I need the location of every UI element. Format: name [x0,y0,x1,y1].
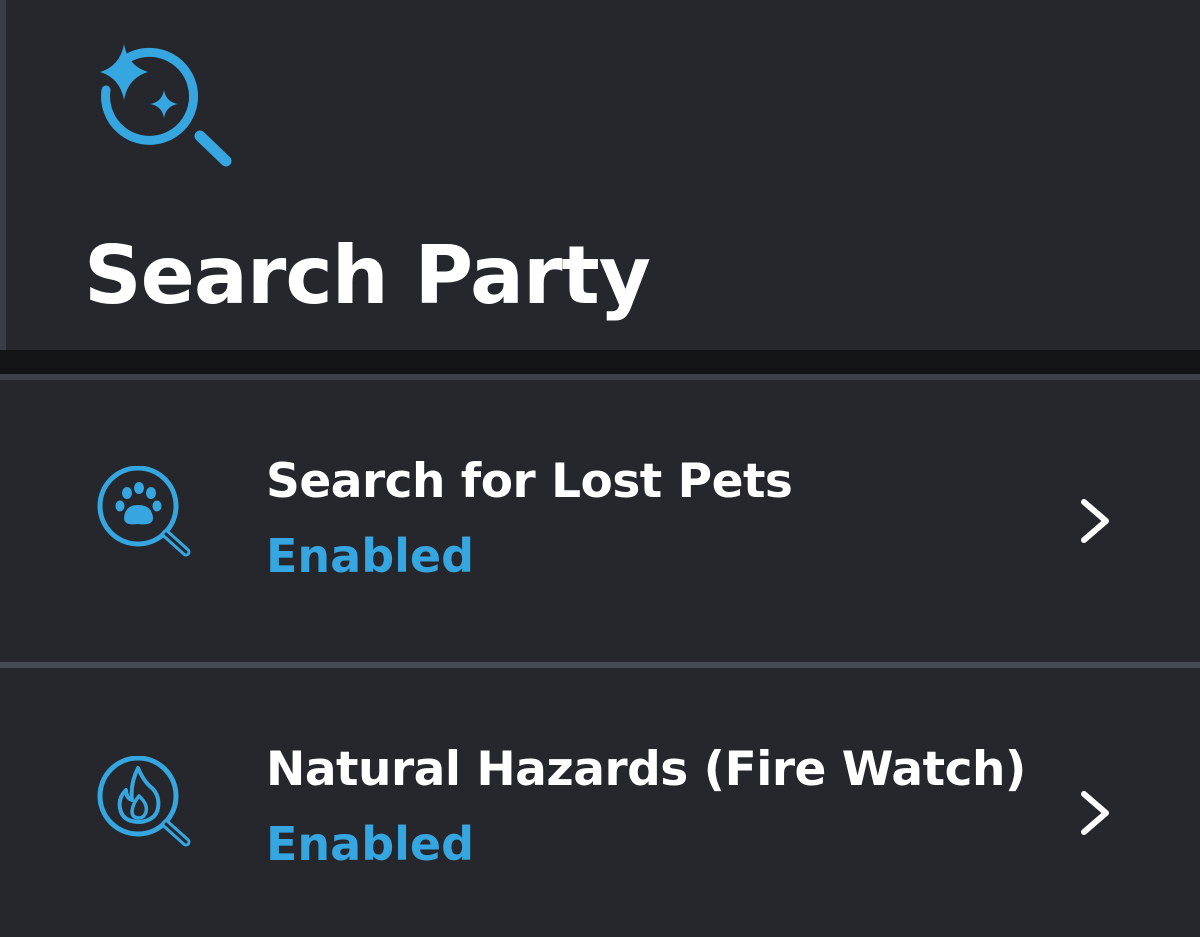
chevron-right-icon [1081,499,1109,543]
left-edge-border [0,0,6,350]
sparkle-magnifier-icon [100,44,232,167]
chevron-right-icon [1081,791,1109,835]
paw-magnifier-icon [97,466,191,557]
list-item-fire-watch[interactable]: Natural Hazards (Fire Watch) Enabled [0,668,1200,937]
status-text: Enabled [266,529,475,583]
list-item-lost-pets[interactable]: Search for Lost Pets Enabled [0,380,1200,662]
section-separator [0,350,1200,374]
status-text: Enabled [266,817,475,871]
item-label: Natural Hazards (Fire Watch) [266,742,1026,797]
flame-magnifier-icon [97,756,191,847]
page-title: Search Party [84,229,651,322]
item-label: Search for Lost Pets [266,454,793,509]
search-party-screen: Search Party Search for Lost Pets Enable… [0,0,1200,937]
header: Search Party [0,0,1200,350]
